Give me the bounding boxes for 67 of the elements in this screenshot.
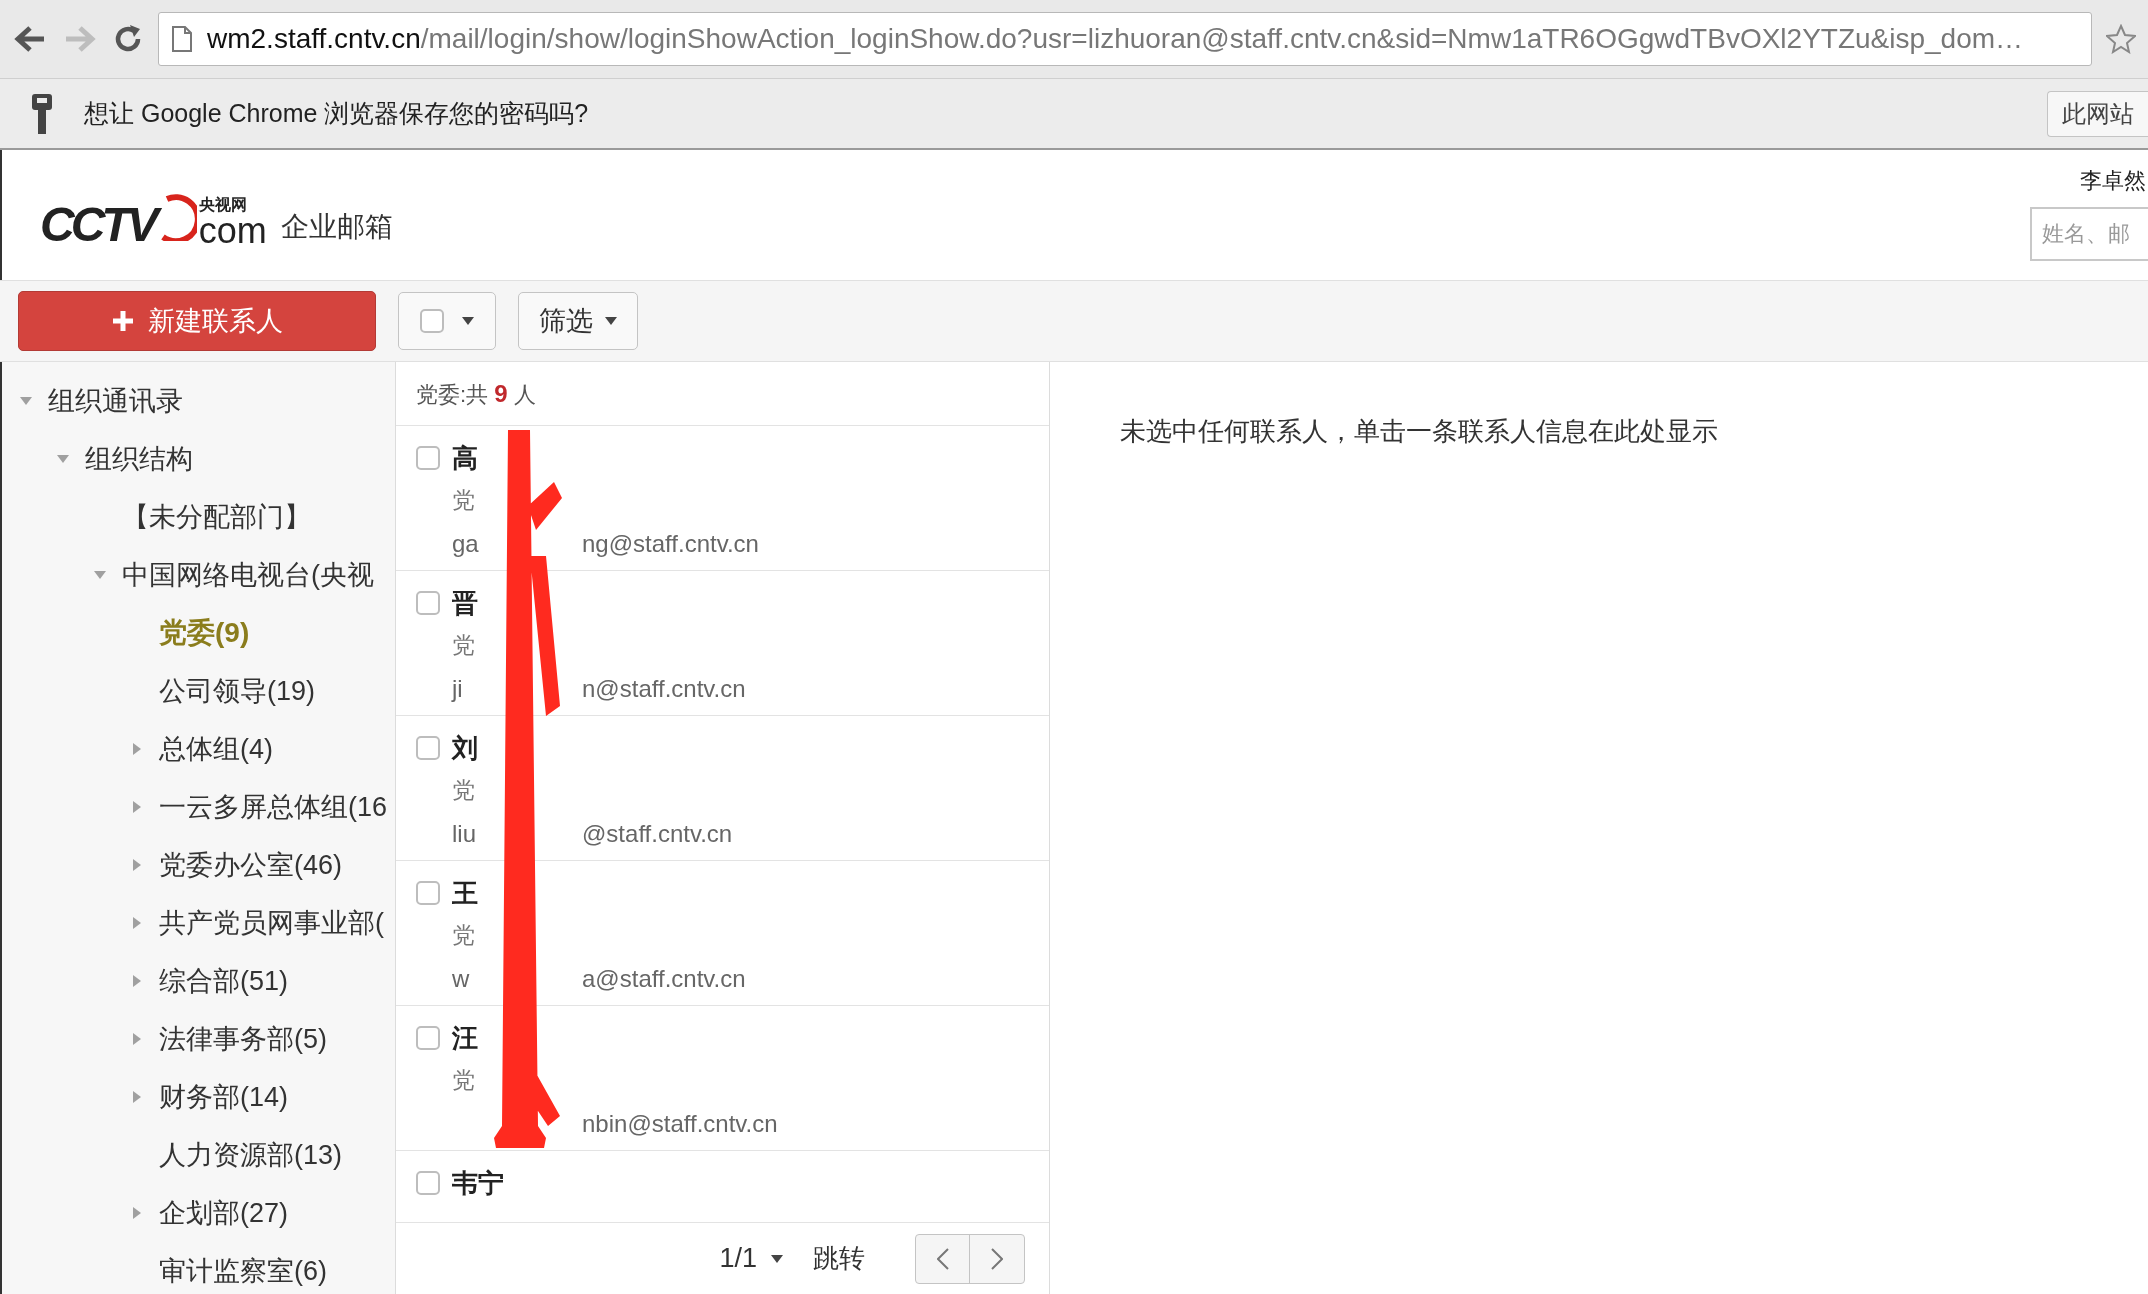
url-text: wm2.staff.cntv.cn/mail/login/show/loginShowAction_loginShow.do?usr=lizhuoran@staff.cntv.cn&sid=Nmw1aTR6OGgwdTBvOXl2YTZu&isp_dom… xyxy=(207,22,2024,56)
email-fragment: ng@staff.cntv.cn xyxy=(582,529,759,559)
key-icon xyxy=(30,91,54,136)
email-fragment: liu xyxy=(452,820,476,847)
tree-item[interactable]: 共产党员网事业部( xyxy=(159,902,384,944)
checkbox[interactable] xyxy=(416,1171,440,1195)
contact-role: 党 xyxy=(452,631,476,660)
user-name[interactable]: 李卓然 xyxy=(2080,164,2146,197)
checkbox[interactable] xyxy=(416,446,440,470)
page-icon xyxy=(171,25,193,53)
email-fragment: ga xyxy=(452,530,479,557)
chevron-right-icon xyxy=(991,1247,1003,1270)
caret-icon xyxy=(771,1254,783,1263)
checkbox[interactable] xyxy=(416,591,440,615)
contact-name: 晋 xyxy=(452,587,479,620)
tree-item[interactable]: 党委(9) xyxy=(159,612,250,654)
contact-role: 党 xyxy=(452,1066,476,1095)
tree-item[interactable]: 法律事务部(5) xyxy=(159,1018,327,1060)
email-fragment: n@staff.cntv.cn xyxy=(582,674,746,704)
checkbox[interactable] xyxy=(416,881,440,905)
jump-link[interactable]: 跳转 xyxy=(813,1239,865,1278)
infobar-button[interactable]: 此网站 xyxy=(2047,90,2148,137)
contact-name: 高 xyxy=(452,442,479,475)
tree-item[interactable]: 公司领导(19) xyxy=(159,670,315,712)
new-contact-button[interactable]: 新建联系人 xyxy=(18,291,376,351)
star-icon[interactable] xyxy=(2106,24,2136,54)
email-fragment: ji xyxy=(452,675,463,702)
tree-item[interactable]: 综合部(51) xyxy=(159,960,288,1002)
page-selector[interactable]: 1/1 xyxy=(719,1238,783,1279)
contact-name: 刘 xyxy=(452,732,479,765)
email-fragment: w xyxy=(452,965,470,992)
contact-role: 党 xyxy=(452,776,476,805)
contact-name: 韦宁 xyxy=(452,1167,504,1200)
checkbox[interactable] xyxy=(420,309,444,333)
contact-name: 王 xyxy=(452,877,479,910)
tree-item[interactable]: 组织通讯录 xyxy=(48,380,183,422)
filter-button[interactable]: 筛选 xyxy=(518,292,638,350)
caret-icon xyxy=(462,317,474,325)
tree-item[interactable]: 党委办公室(46) xyxy=(159,844,342,886)
empty-detail-message: 未选中任何联系人，单击一条联系人信息在此处显示 xyxy=(1120,416,1718,446)
contact-role: 党 xyxy=(452,921,476,950)
chevron-left-icon xyxy=(936,1247,949,1270)
group-count-label: 党委:共 9 人 xyxy=(416,378,536,409)
checkbox[interactable] xyxy=(416,1026,440,1050)
checkbox[interactable] xyxy=(416,736,440,760)
contact-name: 汪 xyxy=(452,1022,479,1055)
tree-item[interactable]: 中国网络电视台(央视 xyxy=(122,554,374,596)
tree-item[interactable]: 企划部(27) xyxy=(159,1192,288,1234)
tree-item[interactable]: 一云多屏总体组(16 xyxy=(159,786,388,828)
tree-item[interactable]: 人力资源部(13) xyxy=(159,1134,342,1176)
product-title: 企业邮箱 xyxy=(280,210,393,244)
select-dropdown[interactable] xyxy=(398,292,496,350)
caret-icon xyxy=(605,317,617,325)
infobar-message: 想让 Google Chrome 浏览器保存您的密码吗? xyxy=(84,97,589,129)
email-fragment: @staff.cntv.cn xyxy=(582,819,733,849)
plus-icon xyxy=(111,310,134,332)
tree-item[interactable]: 总体组(4) xyxy=(159,728,273,770)
tree-item[interactable]: 审计监察室(6) xyxy=(159,1250,327,1292)
email-fragment: a@staff.cntv.cn xyxy=(582,964,746,994)
tree-item[interactable]: 财务部(14) xyxy=(159,1076,288,1118)
email-fragment: nbin@staff.cntv.cn xyxy=(582,1109,778,1139)
address-bar[interactable]: wm2.staff.cntv.cn/mail/login/show/loginShowAction_loginShow.do?usr=lizhuoran@staff.cntv.cn&sid=Nmw1aTR6OGgwdTBvOXl2YTZu&isp_dom… xyxy=(158,12,2092,66)
search-field[interactable]: 姓名、邮 xyxy=(2030,207,2148,261)
tree-item[interactable]: 【未分配部门】 xyxy=(122,496,311,538)
cctv-logo[interactable]: CCTV 央视网 com xyxy=(40,191,267,249)
contact-role: 党 xyxy=(452,486,476,515)
tree-item[interactable]: 组织结构 xyxy=(85,438,193,480)
